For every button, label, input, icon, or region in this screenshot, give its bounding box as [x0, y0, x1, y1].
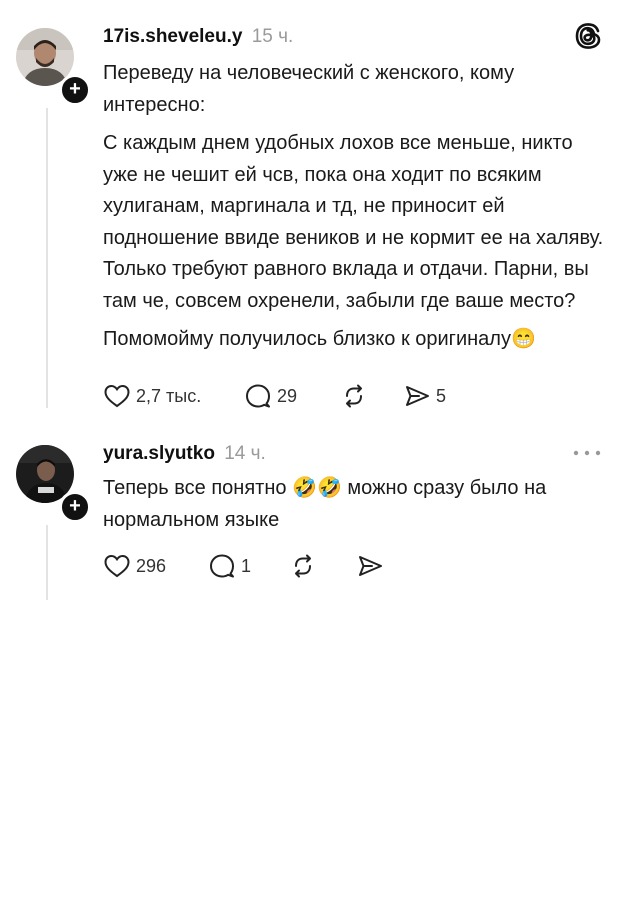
post-time: 14 ч. — [224, 443, 266, 464]
thread-line — [46, 525, 48, 600]
like-button[interactable]: 296 — [103, 551, 166, 581]
comment-count: 1 — [241, 555, 252, 576]
share-button[interactable] — [356, 551, 384, 581]
follow-plus-icon[interactable]: + — [59, 491, 91, 523]
repost-icon — [295, 554, 311, 578]
comment-button[interactable]: 1 — [208, 551, 251, 581]
send-icon — [359, 556, 382, 576]
username[interactable]: yura.slyutko — [103, 443, 215, 464]
more-icon[interactable] — [572, 445, 602, 463]
post-header: yura.slyutko 14 ч. — [103, 443, 266, 465]
repost-button[interactable] — [289, 551, 317, 581]
like-count: 296 — [136, 555, 167, 576]
comment-icon — [210, 554, 234, 578]
post-actions: 296 1 — [103, 551, 403, 581]
heart-icon — [104, 554, 130, 578]
post-text: Теперь все понятно 🤣🤣 можно сразу было н… — [103, 473, 603, 543]
post-paragraph: Теперь все понятно 🤣🤣 можно сразу было н… — [103, 477, 547, 531]
post-2: + yura.slyutko 14 ч. Теперь все понятно … — [0, 0, 625, 620]
